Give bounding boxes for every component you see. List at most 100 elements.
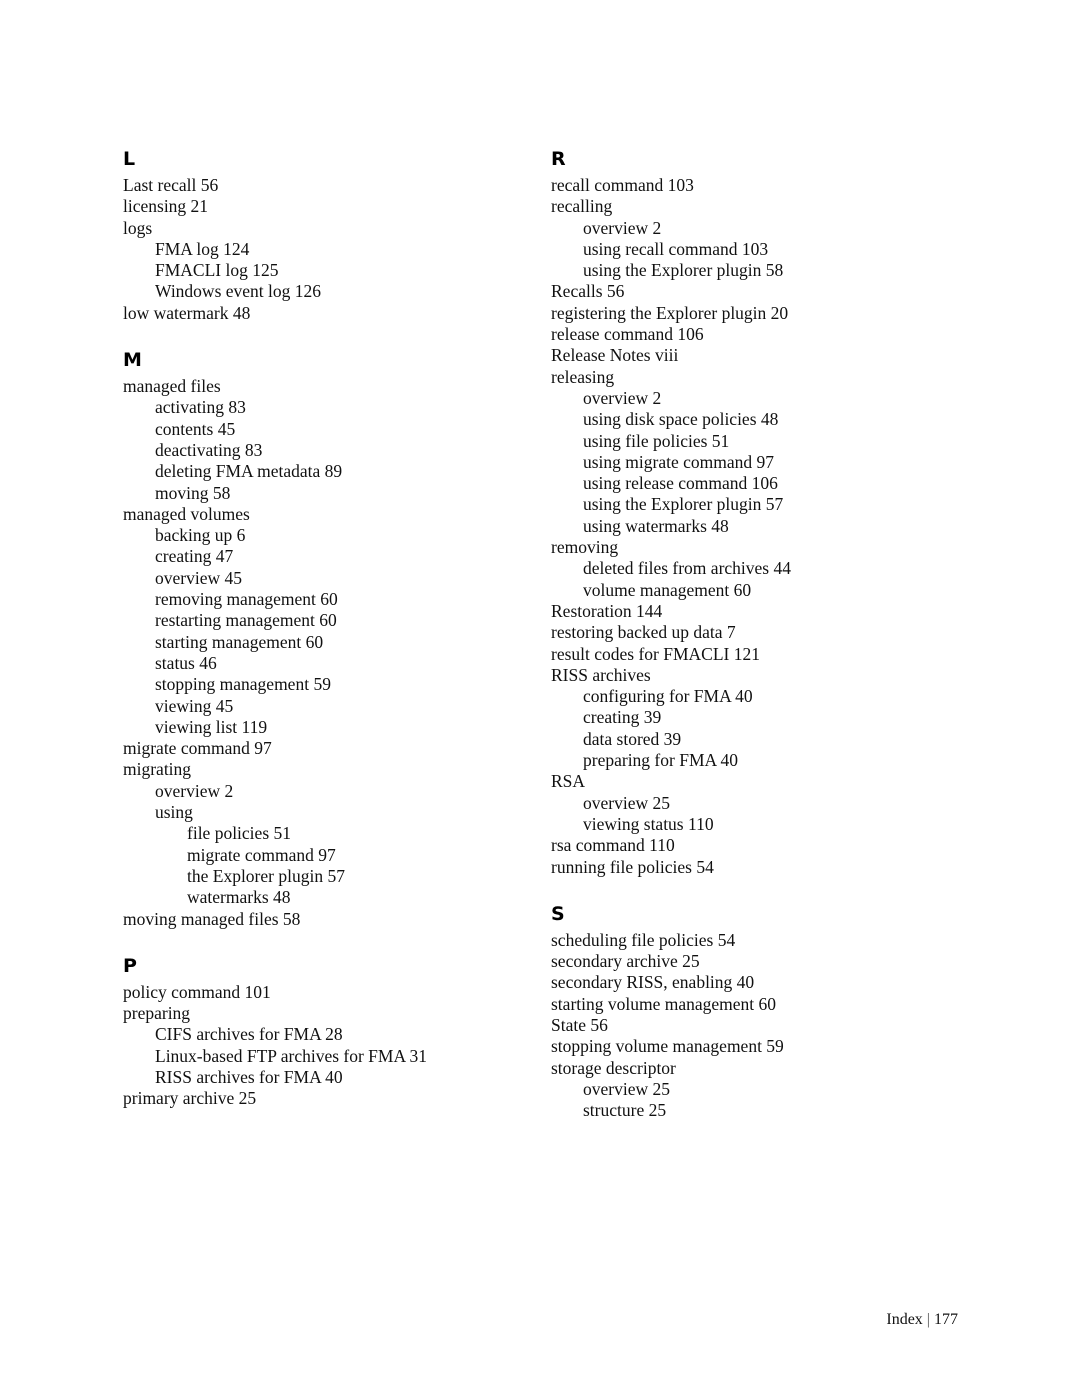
index-entry-list: policy command 101 preparing CIFS archives… (123, 982, 533, 1110)
index-letter-heading: P (123, 954, 138, 977)
index-entry[interactable]: preparing for FMA 40 (551, 750, 961, 771)
index-entry[interactable]: contents 45 (123, 419, 533, 440)
index-entry-list: recall command 103 recalling overview 2 usi… (551, 175, 961, 878)
index-entry[interactable]: policy command 101 (123, 982, 533, 1003)
index-entry[interactable]: RISS archives for FMA 40 (123, 1067, 533, 1088)
index-entry[interactable]: using file policies 51 (551, 431, 961, 452)
index-entry[interactable]: using release command 106 (551, 473, 961, 494)
index-letter-heading: L (123, 148, 136, 170)
index-entry[interactable]: migrate command 97 (123, 845, 533, 866)
index-entry[interactable]: primary archive 25 (123, 1088, 533, 1109)
index-page: L Last recall 56 licensing 21 logs FMA log 1… (0, 0, 1080, 1397)
index-entry[interactable]: viewing status 110 (551, 814, 961, 835)
index-entry[interactable]: migrate command 97 (123, 738, 533, 759)
index-entry[interactable]: removing management 60 (123, 589, 533, 610)
index-entry[interactable]: the Explorer plugin 57 (123, 866, 533, 887)
index-entry[interactable]: creating 39 (551, 707, 961, 728)
index-entry[interactable]: using migrate command 97 (551, 452, 961, 473)
index-entry[interactable]: RISS archives (551, 665, 961, 686)
index-entry[interactable]: deleted files from archives 44 (551, 558, 961, 579)
index-entry[interactable]: secondary RISS, enabling 40 (551, 972, 961, 993)
index-entry[interactable]: Restoration 144 (551, 601, 961, 622)
index-entry[interactable]: starting volume management 60 (551, 994, 961, 1015)
index-entry[interactable]: watermarks 48 (123, 887, 533, 908)
index-entry[interactable]: FMACLI log 125 (123, 260, 533, 281)
index-entry[interactable]: storage descriptor (551, 1058, 961, 1079)
index-columns: L Last recall 56 licensing 21 logs FMA log 1… (123, 148, 963, 1121)
index-entry[interactable]: using recall command 103 (551, 239, 961, 260)
index-entry[interactable]: migrating (123, 759, 533, 780)
index-entry[interactable]: licensing 21 (123, 196, 533, 217)
index-entry[interactable]: registering the Explorer plugin 20 (551, 303, 961, 324)
index-entry[interactable]: viewing list 119 (123, 717, 533, 738)
index-entry[interactable]: preparing (123, 1003, 533, 1024)
index-entry[interactable]: Recalls 56 (551, 281, 961, 302)
index-entry[interactable]: Linux-based FTP archives for FMA 31 (123, 1046, 533, 1067)
index-entry[interactable]: secondary archive 25 (551, 951, 961, 972)
index-entry[interactable]: volume management 60 (551, 580, 961, 601)
index-entry[interactable]: removing (551, 537, 961, 558)
index-entry[interactable]: FMA log 124 (123, 239, 533, 260)
index-entry[interactable]: rsa command 110 (551, 835, 961, 856)
index-entry-list: scheduling file policies 54 secondary arc… (551, 930, 961, 1122)
index-column-left: L Last recall 56 licensing 21 logs FMA log 1… (123, 148, 533, 1110)
page-footer: Index | 177 (0, 1310, 1080, 1330)
index-entry[interactable]: overview 45 (123, 568, 533, 589)
index-entry[interactable]: starting management 60 (123, 632, 533, 653)
footer-label: Index (886, 1311, 923, 1328)
index-entry[interactable]: moving managed files 58 (123, 909, 533, 930)
index-entry[interactable]: using disk space policies 48 (551, 409, 961, 430)
index-entry[interactable]: CIFS archives for FMA 28 (123, 1024, 533, 1045)
index-letter-group-S: Sscheduling file policies 54 secondary ar… (551, 903, 961, 1122)
index-entry[interactable]: moving 58 (123, 483, 533, 504)
index-entry[interactable]: configuring for FMA 40 (551, 686, 961, 707)
index-entry[interactable]: restarting management 60 (123, 610, 533, 631)
index-entry[interactable]: overview 25 (551, 793, 961, 814)
index-entry[interactable]: logs (123, 218, 533, 239)
index-entry[interactable]: releasing (551, 367, 961, 388)
index-entry-list: Last recall 56 licensing 21 logs FMA log 12… (123, 175, 533, 324)
index-entry[interactable]: low watermark 48 (123, 303, 533, 324)
footer-separator: | (926, 1311, 930, 1328)
index-entry[interactable]: result codes for FMACLI 121 (551, 644, 961, 665)
index-entry[interactable]: recall command 103 (551, 175, 961, 196)
index-entry[interactable]: using (123, 802, 533, 823)
index-letter-group-L: L Last recall 56 licensing 21 logs FMA log 1… (123, 148, 533, 324)
index-entry[interactable]: creating 47 (123, 546, 533, 567)
index-entry[interactable]: recalling (551, 196, 961, 217)
index-entry[interactable]: managed volumes (123, 504, 533, 525)
index-letter-group-M: Mmanaged files activating 83 contents 45 de… (123, 349, 533, 930)
index-entry[interactable]: backing up 6 (123, 525, 533, 546)
index-entry[interactable]: using the Explorer plugin 57 (551, 494, 961, 515)
index-letter-group-P: Ppolicy command 101 preparing CIFS archive… (123, 955, 533, 1110)
index-entry[interactable]: State 56 (551, 1015, 961, 1036)
index-column-right: Rrecall command 103 recalling overview 2 us… (551, 148, 961, 1121)
index-entry[interactable]: data stored 39 (551, 729, 961, 750)
index-entry[interactable]: viewing 45 (123, 696, 533, 717)
index-entry[interactable]: using the Explorer plugin 58 (551, 260, 961, 281)
index-entry[interactable]: RSA (551, 771, 961, 792)
index-entry[interactable]: deleting FMA metadata 89 (123, 461, 533, 482)
index-entry-list: managed files activating 83 contents 45 dea… (123, 376, 533, 930)
index-entry[interactable]: restoring backed up data 7 (551, 622, 961, 643)
index-entry[interactable]: status 46 (123, 653, 533, 674)
index-entry[interactable]: activating 83 (123, 397, 533, 418)
index-entry[interactable]: Last recall 56 (123, 175, 533, 196)
index-entry[interactable]: overview 2 (551, 388, 961, 409)
index-entry[interactable]: stopping management 59 (123, 674, 533, 695)
index-entry[interactable]: overview 2 (123, 781, 533, 802)
index-entry[interactable]: managed files (123, 376, 533, 397)
index-entry[interactable]: overview 2 (551, 218, 961, 239)
index-entry[interactable]: running file policies 54 (551, 857, 961, 878)
index-entry[interactable]: file policies 51 (123, 823, 533, 844)
index-letter-group-R: Rrecall command 103 recalling overview 2 us… (551, 148, 961, 878)
index-entry[interactable]: deactivating 83 (123, 440, 533, 461)
index-entry[interactable]: release command 106 (551, 324, 961, 345)
index-entry[interactable]: scheduling file policies 54 (551, 930, 961, 951)
index-entry[interactable]: Windows event log 126 (123, 281, 533, 302)
index-entry[interactable]: using watermarks 48 (551, 516, 961, 537)
index-entry[interactable]: overview 25 (551, 1079, 961, 1100)
index-entry[interactable]: structure 25 (551, 1100, 961, 1121)
index-entry[interactable]: Release Notes viii (551, 345, 961, 366)
index-entry[interactable]: stopping volume management 59 (551, 1036, 961, 1057)
